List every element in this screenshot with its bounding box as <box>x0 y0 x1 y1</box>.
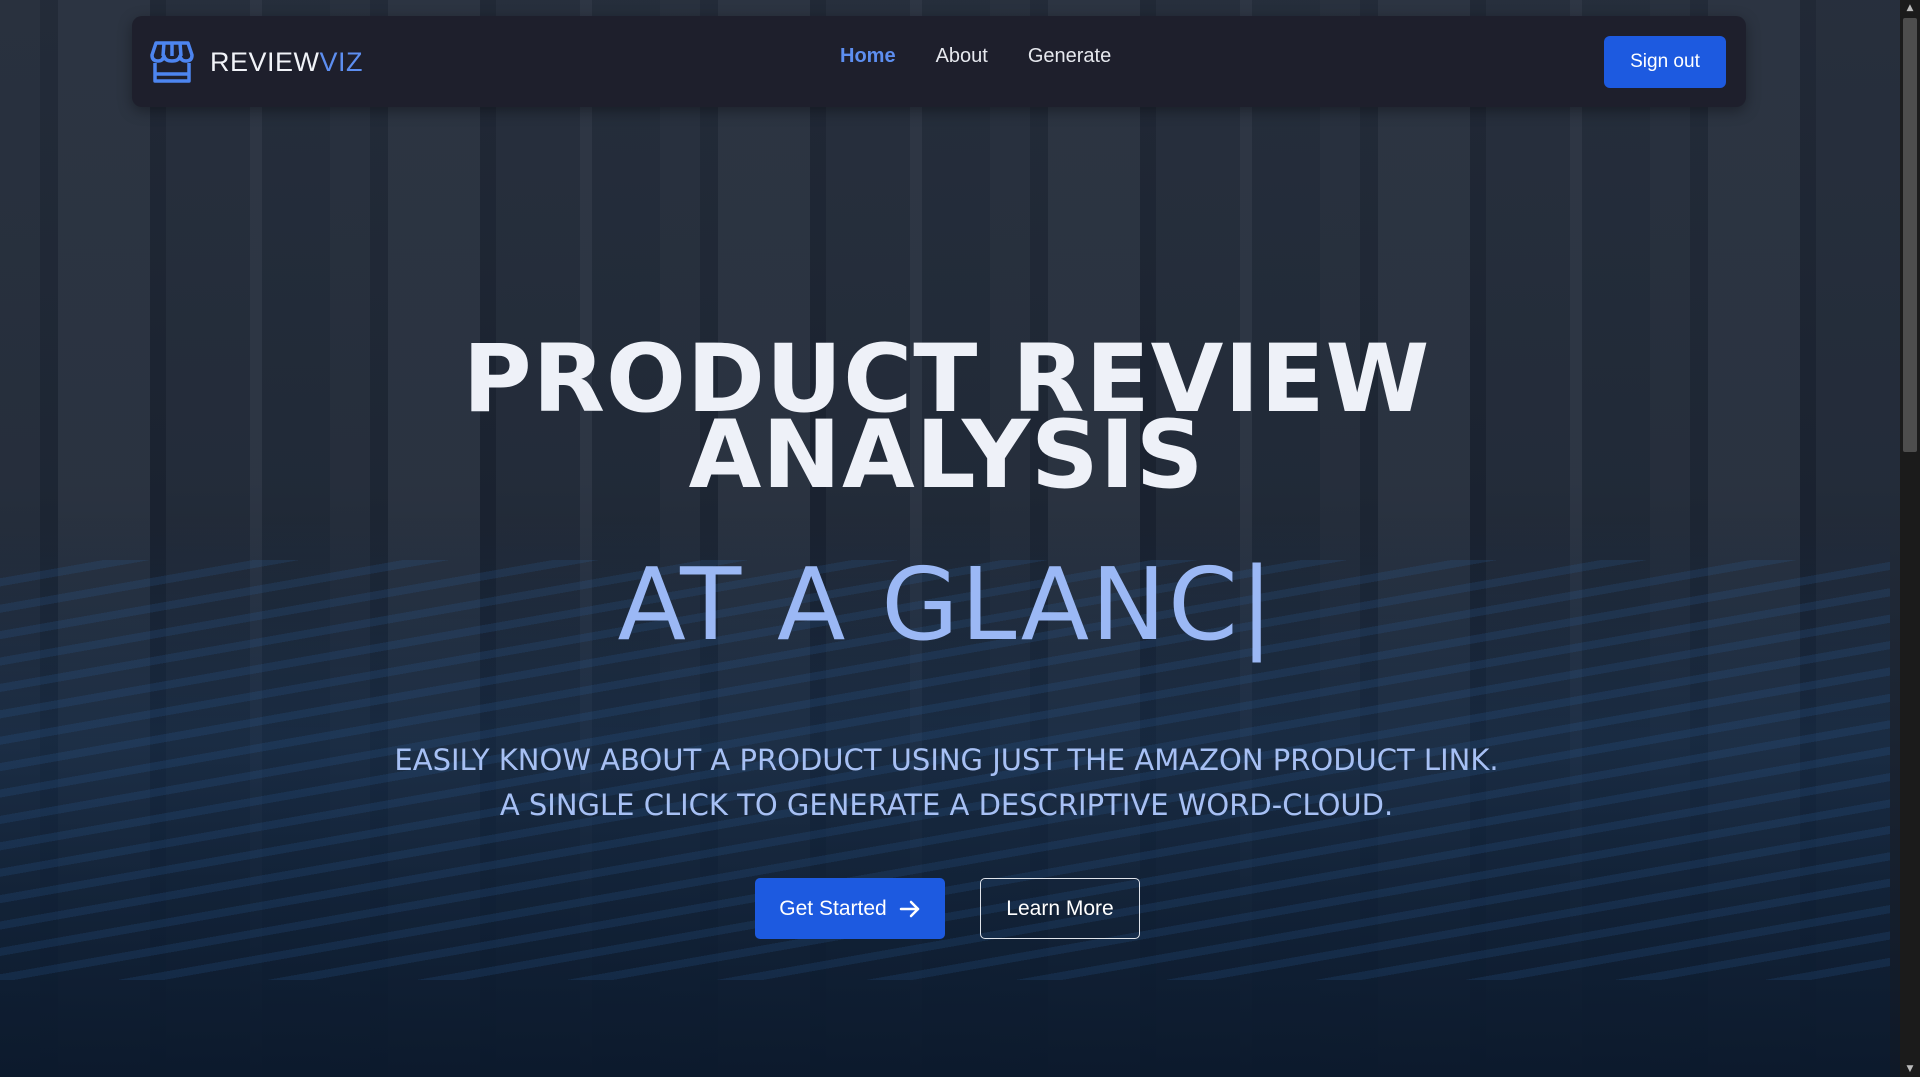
typed-subtitle: AT A GLANC| <box>0 550 1893 660</box>
get-started-button[interactable]: Get Started <box>755 878 945 939</box>
hero-tagline: EASILY KNOW ABOUT A PRODUCT USING JUST T… <box>0 738 1893 828</box>
tagline-line-2: A SINGLE CLICK TO GENERATE A DESCRIPTIVE… <box>499 788 1394 822</box>
nav-links: Home About Generate <box>840 45 1111 68</box>
tagline-line-1: EASILY KNOW ABOUT A PRODUCT USING JUST T… <box>394 743 1499 777</box>
storefront-icon <box>150 41 194 83</box>
arrow-right-icon <box>899 900 919 917</box>
get-started-label: Get Started <box>779 896 887 920</box>
landing-page: REVIEWVIZ Home About Generate Sign out P… <box>0 0 1920 1077</box>
hero-title-line-2: ANALYSIS <box>688 401 1205 510</box>
brand-name-accent: VIZ <box>319 46 364 77</box>
scrollbar[interactable]: ▲ ▼ <box>1900 0 1920 1077</box>
nav-link-generate[interactable]: Generate <box>1028 45 1111 68</box>
scrollbar-thumb[interactable] <box>1903 18 1917 452</box>
typing-caret: | <box>1239 546 1276 663</box>
brand-name-main: REVIEW <box>210 46 320 77</box>
sign-out-button[interactable]: Sign out <box>1604 36 1726 88</box>
brand-logo-link[interactable]: REVIEWVIZ <box>150 38 363 86</box>
scroll-up-arrow-icon[interactable]: ▲ <box>1900 0 1920 16</box>
nav-link-home[interactable]: Home <box>840 45 896 68</box>
typed-text: AT A GLANC <box>617 546 1240 663</box>
learn-more-button[interactable]: Learn More <box>980 878 1140 939</box>
scroll-down-arrow-icon[interactable]: ▼ <box>1900 1061 1920 1077</box>
hero-title: PRODUCT REVIEW ANALYSIS <box>0 333 1893 510</box>
navbar: REVIEWVIZ Home About Generate Sign out <box>132 16 1746 107</box>
nav-link-about[interactable]: About <box>936 45 988 68</box>
brand-name: REVIEWVIZ <box>210 47 363 78</box>
